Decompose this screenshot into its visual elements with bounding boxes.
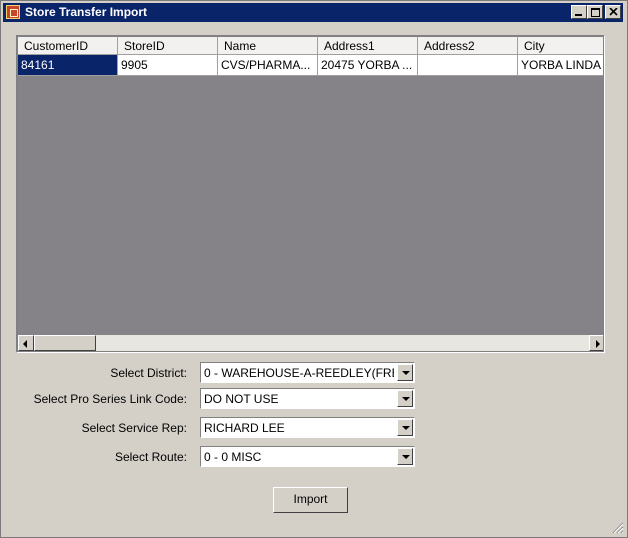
cell-name[interactable]: CVS/PHARMA... — [218, 55, 318, 76]
cell-address2[interactable] — [418, 55, 518, 76]
service-rep-select[interactable]: RICHARD LEE — [200, 417, 415, 438]
store-grid[interactable]: CustomerID StoreID Name Address1 Address… — [16, 35, 605, 353]
arrow-left-icon[interactable] — [18, 335, 34, 351]
link-code-value: DO NOT USE — [204, 392, 279, 406]
route-label: Select Route: — [114, 450, 187, 464]
service-rep-label: Select Service Rep: — [81, 421, 187, 435]
chevron-down-icon[interactable] — [397, 364, 413, 381]
route-select[interactable]: 0 - 0 MISC — [200, 446, 415, 467]
service-rep-value: RICHARD LEE — [204, 421, 285, 435]
table-row[interactable]: 84161 9905 CVS/PHARMA... 20475 YORBA ...… — [18, 55, 603, 76]
minimize-icon[interactable] — [571, 5, 587, 19]
close-icon[interactable] — [605, 5, 621, 19]
cell-city[interactable]: YORBA LINDA — [518, 55, 603, 76]
import-button[interactable]: Import — [273, 487, 348, 513]
chevron-down-icon[interactable] — [397, 448, 413, 465]
district-label: Select District: — [110, 366, 187, 380]
app-icon — [6, 5, 20, 19]
resize-grip-icon[interactable] — [610, 520, 624, 534]
maximize-icon[interactable] — [587, 5, 603, 19]
column-header-address2[interactable]: Address2 — [418, 37, 518, 55]
chevron-down-icon[interactable] — [397, 419, 413, 436]
link-code-select[interactable]: DO NOT USE — [200, 388, 415, 409]
grid-header-row: CustomerID StoreID Name Address1 Address… — [18, 37, 603, 55]
arrow-right-icon[interactable] — [589, 335, 603, 351]
district-value: 0 - WAREHOUSE-A-REEDLEY(FRE — [204, 366, 394, 380]
cell-address1[interactable]: 20475 YORBA ... — [318, 55, 418, 76]
column-header-address1[interactable]: Address1 — [318, 37, 418, 55]
window-title: Store Transfer Import — [25, 5, 148, 19]
horizontal-scrollbar[interactable] — [18, 335, 603, 351]
link-code-label: Select Pro Series Link Code: — [33, 392, 187, 406]
column-header-customerid[interactable]: CustomerID — [18, 37, 118, 55]
column-header-storeid[interactable]: StoreID — [118, 37, 218, 55]
cell-customerid[interactable]: 84161 — [18, 55, 118, 76]
title-bar[interactable]: Store Transfer Import — [3, 3, 623, 22]
column-header-name[interactable]: Name — [218, 37, 318, 55]
scrollbar-thumb[interactable] — [34, 335, 96, 351]
store-transfer-import-window: Store Transfer Import CustomerID StoreID… — [0, 0, 628, 538]
cell-storeid[interactable]: 9905 — [118, 55, 218, 76]
column-header-city[interactable]: City — [518, 37, 603, 55]
chevron-down-icon[interactable] — [397, 390, 413, 407]
district-select[interactable]: 0 - WAREHOUSE-A-REEDLEY(FRE — [200, 362, 415, 383]
route-value: 0 - 0 MISC — [204, 450, 262, 464]
